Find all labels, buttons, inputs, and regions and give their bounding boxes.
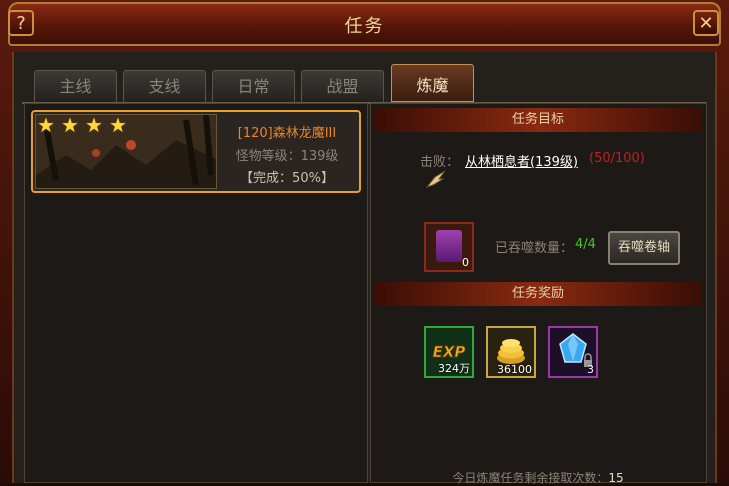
star-icon: ★	[85, 113, 103, 137]
devour-scroll-slot[interactable]: 0	[424, 222, 474, 272]
tab-side[interactable]: 支线	[123, 70, 206, 102]
quest-name: [120]森林龙魔III	[237, 126, 337, 141]
devour-count: 4/4	[575, 237, 596, 252]
reward-exp[interactable]: EXP 324万	[424, 326, 474, 378]
svg-text:EXP: EXP	[433, 343, 466, 361]
defeat-count: (50/100)	[589, 151, 645, 166]
remaining-accept-count: 今日炼魔任务剩余接取次数：15	[374, 469, 702, 486]
tab-guild[interactable]: 战盟	[301, 70, 384, 102]
devour-scroll-button[interactable]: 吞噬卷轴	[608, 231, 680, 265]
close-button[interactable]: ✕	[693, 10, 719, 36]
reward-gold[interactable]: 36100	[486, 326, 536, 378]
tab-demon-refining[interactable]: 炼魔	[391, 64, 474, 102]
star-icon: ★	[37, 113, 55, 137]
wing-icon-graphic	[425, 170, 446, 189]
objective-header: 任务目标	[374, 108, 702, 132]
quest-completion: 【完成：50%】	[240, 171, 334, 186]
tab-main[interactable]: 主线	[34, 70, 117, 102]
scroll-icon	[436, 230, 462, 262]
reward-exp-qty: 324万	[438, 362, 470, 375]
reward-gem-qty: 3	[587, 363, 594, 376]
quest-monster-level: 怪物等级：139级	[235, 149, 339, 164]
scroll-quantity: 0	[462, 256, 469, 269]
defeat-label: 击败：	[420, 155, 460, 170]
defeat-target-link[interactable]: 从林栖息者(139级)	[465, 151, 578, 170]
rewards-header: 任务奖励	[374, 282, 702, 306]
tab-daily[interactable]: 日常	[212, 70, 295, 102]
wing-icon[interactable]	[425, 169, 447, 189]
help-button[interactable]: ?	[8, 10, 34, 36]
reward-gold-qty: 36100	[497, 363, 532, 376]
star-icon: ★	[61, 113, 79, 137]
window-title: 任务	[344, 16, 385, 37]
devour-label: 已吞噬数量：	[495, 241, 574, 256]
close-icon: ✕	[698, 13, 714, 34]
reward-gem[interactable]: 3	[548, 326, 598, 378]
star-icon: ★	[109, 113, 127, 137]
